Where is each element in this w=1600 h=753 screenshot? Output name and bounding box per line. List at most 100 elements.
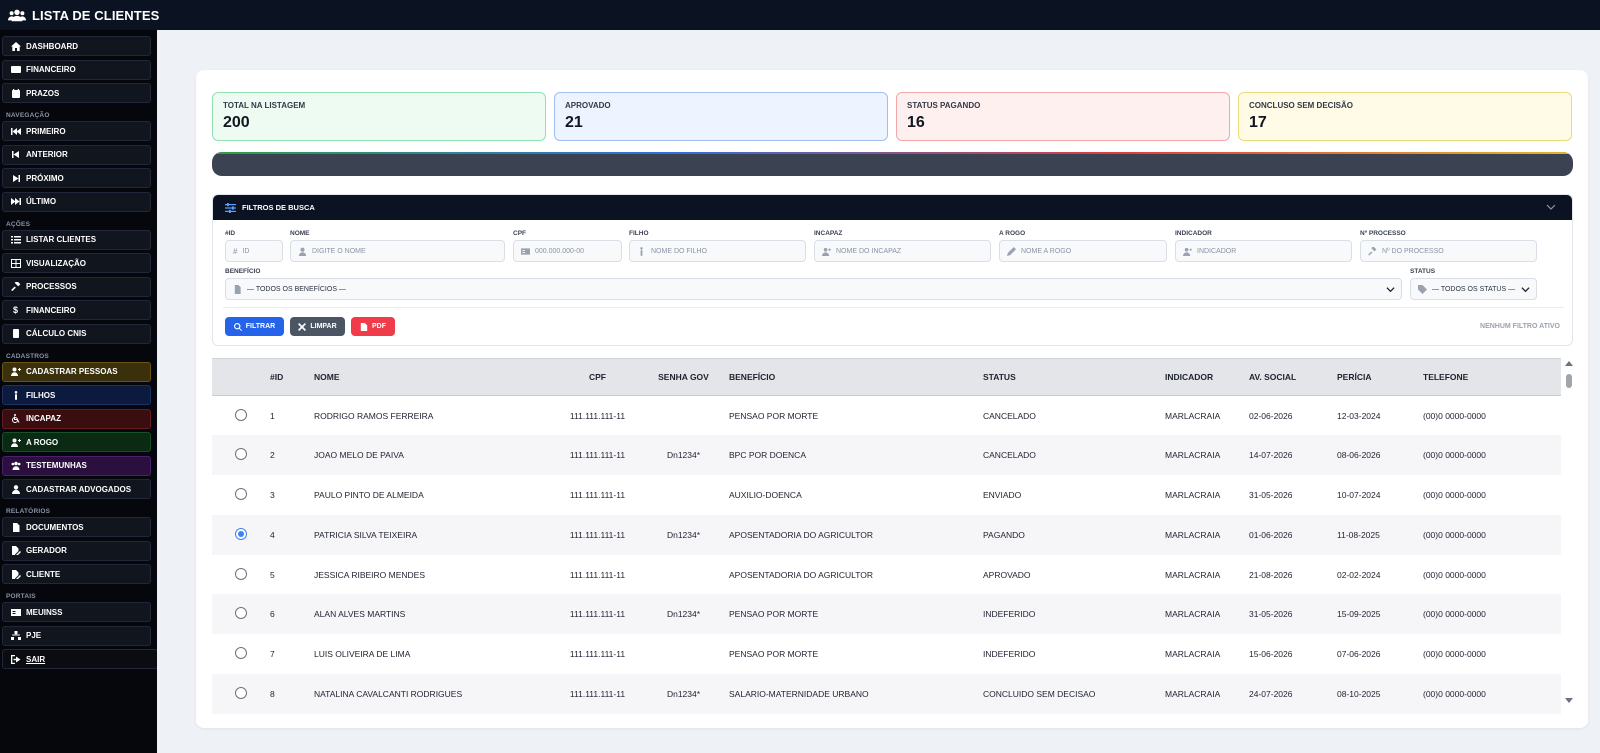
col-senha-gov[interactable]: SENHA GOV: [638, 359, 729, 396]
clear-button[interactable]: LIMPAR: [290, 317, 345, 336]
table-row[interactable]: 3 PAULO PINTO DE ALMEIDA 111.111.111-11 AUX…: [212, 475, 1561, 515]
id-input[interactable]: # ID: [225, 240, 283, 262]
cell-senha: Dn1234*: [666, 529, 701, 540]
cell-av-social: 01-06-2026: [1249, 529, 1293, 540]
sidebar-item-incapaz[interactable]: INCAPAZ: [2, 408, 151, 429]
sidebar-item-primeiro[interactable]: PRIMEIRO: [2, 121, 151, 141]
child-icon: [10, 390, 21, 400]
sidebar-item-financeiro[interactable]: FINANCEIRO: [2, 59, 151, 80]
sidebar-item-label: CADASTRAR ADVOGADOS: [26, 484, 132, 494]
clients-table: #ID NOME CPF SENHA GOV BENEFÍCIO STATUS …: [212, 358, 1561, 714]
col-nome[interactable]: NOME: [314, 359, 557, 396]
cell-pericia: 11-08-2025: [1337, 529, 1380, 540]
cell-status: CANCELADO: [983, 410, 1036, 421]
row-select-radio[interactable]: [235, 607, 247, 620]
cell-cpf: 111.111.111-11: [569, 649, 626, 660]
cell-cpf: 111.111.111-11: [569, 450, 626, 461]
filter-label-nome: NOME: [290, 230, 310, 237]
row-select-radio[interactable]: [235, 686, 247, 699]
sidebar-item-meuinss[interactable]: MEUINSS: [2, 602, 151, 622]
sidebar-item-documentos[interactable]: DOCUMENTOS: [2, 517, 151, 537]
processo-input-placeholder: Nº DO PROCESSO: [1382, 247, 1444, 255]
filter-label-id: #ID: [225, 230, 236, 237]
table-row[interactable]: 2 JOAO MELO DE PAIVA 111.111.111-11 Dn1234*…: [212, 435, 1561, 476]
cell-indicador: MARLACRAIA: [1165, 450, 1221, 461]
sidebar-item-financeiro-acoes[interactable]: $ FINANCEIRO: [2, 300, 151, 320]
indicador-input[interactable]: INDICADOR: [1175, 240, 1352, 262]
sidebar-item-a-rogo[interactable]: A ROGO: [2, 432, 151, 452]
col-indicador[interactable]: INDICADOR: [1165, 359, 1249, 396]
sidebar-item-dashboard[interactable]: DASHBOARD: [2, 36, 151, 56]
row-select-radio[interactable]: [235, 527, 247, 540]
table-row[interactable]: 5 JESSICA RIBEIRO MENDES 111.111.111-11 APO…: [212, 555, 1561, 595]
sidebar-item-label: VISUALIZAÇÃO: [26, 258, 86, 268]
sidebar-section-acoes: AÇÕES: [6, 220, 31, 228]
table-row[interactable]: 8 NATALINA CAVALCANTI RODRIGUES 111.111.11…: [212, 674, 1561, 714]
col-av-social[interactable]: AV. SOCIAL: [1249, 359, 1337, 396]
a-rogo-input[interactable]: NOME A ROGO: [999, 240, 1167, 262]
file-icon: [234, 284, 241, 294]
search-icon: [233, 322, 242, 331]
sidebar-item-label: PRAZOS: [26, 88, 60, 98]
row-select-radio[interactable]: [235, 647, 247, 660]
col-id[interactable]: #ID: [270, 359, 314, 396]
row-select-radio[interactable]: [235, 487, 247, 500]
sidebar-item-anterior[interactable]: ANTERIOR: [2, 144, 151, 165]
stat-value: 200: [223, 114, 250, 131]
col-telefone[interactable]: TELEFONE: [1423, 359, 1561, 396]
beneficio-select[interactable]: — TODOS OS BENEFÍCIOS —: [225, 278, 1402, 300]
filho-input[interactable]: NOME DO FILHO: [629, 240, 806, 262]
stat-concluso: CONCLUSO SEM DECISÃO 17: [1238, 92, 1572, 141]
scroll-up-icon[interactable]: [1565, 360, 1573, 368]
col-beneficio[interactable]: BENEFÍCIO: [729, 359, 983, 396]
sidebar-item-pje[interactable]: PJE: [2, 625, 151, 646]
sidebar-item-listar-clientes[interactable]: LISTAR CLIENTES: [2, 229, 151, 250]
col-pericia[interactable]: PERÍCIA: [1337, 359, 1423, 396]
pdf-button[interactable]: PDF: [351, 317, 395, 336]
sidebar-item-processos[interactable]: PROCESSOS: [2, 276, 151, 297]
col-select: [212, 359, 270, 396]
status-select[interactable]: — TODOS OS STATUS —: [1410, 278, 1537, 300]
nome-input[interactable]: DIGITE O NOME: [290, 240, 505, 262]
table-row[interactable]: 4 PATRICIA SILVA TEIXEIRA 111.111.111-11 Dn…: [212, 514, 1561, 555]
cell-indicador: MARLACRAIA: [1165, 529, 1221, 540]
sidebar-item-sair[interactable]: SAIR: [2, 649, 157, 669]
col-cpf[interactable]: CPF: [557, 359, 638, 396]
sidebar-item-cadastrar-pessoas[interactable]: CADASTRAR PESSOAS: [2, 361, 151, 382]
table-row[interactable]: 6 ALAN ALVES MARTINS 111.111.111-11 Dn1234*…: [212, 594, 1561, 635]
tag-icon: [1418, 284, 1427, 294]
main-card: TOTAL NA LISTAGEM 200 APROVADO 21 STATUS…: [196, 70, 1588, 728]
filter-button[interactable]: FILTRAR: [225, 317, 284, 336]
cell-beneficio: BPC POR DOENCA: [729, 450, 806, 461]
row-select-radio[interactable]: [235, 448, 247, 461]
cell-telefone: (00)0 0000-0000: [1423, 410, 1486, 421]
sidebar-item-cadastrar-advogados[interactable]: CADASTRAR ADVOGADOS: [2, 479, 151, 499]
cell-cpf: 111.111.111-11: [569, 489, 626, 500]
filter-panel-header[interactable]: FILTROS DE BUSCA: [213, 195, 1572, 220]
processo-input[interactable]: Nº DO PROCESSO: [1360, 240, 1537, 262]
cell-senha: [638, 475, 729, 515]
cell-telefone: (00)0 0000-0000: [1423, 529, 1486, 540]
sidebar-item-calculo-cnis[interactable]: CÁLCULO CNIS: [2, 323, 151, 344]
sidebar-item-testemunhas[interactable]: TESTEMUNHAS: [2, 455, 151, 476]
sidebar-item-cliente[interactable]: CLIENTE: [2, 564, 151, 584]
incapaz-input[interactable]: NOME DO INCAPAZ: [814, 240, 991, 262]
sidebar-item-filhos[interactable]: FILHOS: [2, 385, 151, 405]
sidebar-item-gerador[interactable]: GERADOR: [2, 540, 151, 561]
table-row[interactable]: 7 LUIS OLIVEIRA DE LIMA 111.111.111-11 PENS…: [212, 634, 1561, 674]
col-status[interactable]: STATUS: [983, 359, 1165, 396]
cell-beneficio: AUXILIO-DOENCA: [729, 489, 802, 500]
sidebar-item-ultimo[interactable]: ÚLTIMO: [2, 191, 151, 212]
row-select-radio[interactable]: [235, 408, 247, 421]
sidebar-item-proximo[interactable]: PRÓXIMO: [2, 168, 151, 188]
row-select-radio[interactable]: [235, 567, 247, 580]
cpf-input[interactable]: 000.000.000-00: [513, 240, 622, 262]
chevron-down-icon[interactable]: [1546, 202, 1556, 212]
table-scrollbar[interactable]: [1565, 358, 1573, 722]
table-row[interactable]: 1 RODRIGO RAMOS FERREIRA 111.111.111-11 PEN…: [212, 396, 1561, 436]
scrollbar-thumb[interactable]: [1566, 374, 1572, 388]
sidebar-item-visualizacao[interactable]: VISUALIZAÇÃO: [2, 253, 151, 273]
sidebar-item-prazos[interactable]: PRAZOS: [2, 83, 151, 103]
scroll-down-icon[interactable]: [1565, 696, 1573, 704]
sidebar-item-label: ÚLTIMO: [26, 197, 57, 206]
